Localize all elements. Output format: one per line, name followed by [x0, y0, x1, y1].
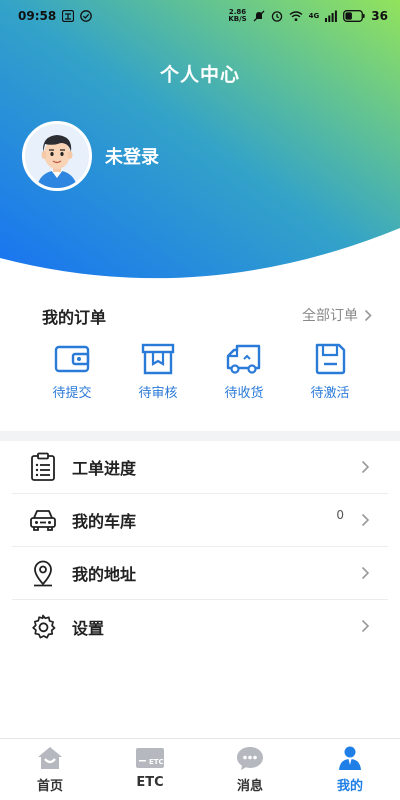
wifi-icon — [289, 11, 303, 21]
orders-title: 我的订单 — [42, 308, 107, 327]
truck-icon — [226, 344, 261, 374]
wallet-icon — [54, 345, 90, 373]
avatar[interactable] — [22, 121, 92, 191]
etc-card-icon: ETC — [136, 748, 164, 768]
status-time: 09:58 — [18, 9, 57, 23]
status-bar: 09:58 2.86 KB/S 4G 36 — [0, 0, 400, 32]
alarm-icon — [271, 11, 282, 22]
menu-item-label: 设置 — [72, 618, 105, 638]
garage-count: 0 — [336, 508, 344, 522]
order-pending-activation[interactable]: 待激活 — [287, 342, 373, 401]
page-title: 个人中心 — [159, 64, 240, 86]
save-icon — [315, 343, 346, 375]
car-icon — [30, 510, 56, 531]
menu-item-my-garage[interactable]: 我的车库 0 — [12, 494, 388, 547]
home-icon — [38, 747, 62, 769]
all-orders-link[interactable]: 全部订单 — [302, 305, 372, 325]
nav-item-mine[interactable]: 我的 — [300, 739, 400, 800]
notification-app-icon — [62, 10, 75, 22]
network-speed: 2.86 KB/S — [228, 8, 247, 23]
menu-item-work-order-progress[interactable]: 工单进度 — [12, 441, 388, 494]
chevron-right-icon — [361, 513, 370, 527]
check-circle-icon — [80, 10, 93, 22]
nav-label: 我的 — [336, 779, 363, 794]
user-icon — [339, 746, 361, 770]
box-flag-icon — [141, 343, 175, 375]
chevron-right-icon — [364, 309, 372, 321]
my-orders-section: 我的订单 全部订单 待提交 待审核 待收货 待激活 — [0, 296, 400, 430]
avatar-illustration — [25, 124, 89, 188]
battery-icon — [343, 10, 365, 22]
nav-label: 消息 — [236, 779, 263, 794]
menu-item-my-address[interactable]: 我的地址 — [12, 547, 388, 600]
all-orders-label: 全部订单 — [302, 308, 358, 324]
etc-card-text: ETC — [149, 758, 164, 766]
section-divider — [0, 431, 400, 441]
location-pin-icon — [34, 560, 52, 587]
chevron-right-icon — [361, 619, 370, 633]
order-label: 待激活 — [310, 386, 350, 401]
clipboard-list-icon — [31, 452, 55, 481]
menu-list: 工单进度 我的车库 0 我的地址 设置 — [12, 441, 388, 653]
chevron-right-icon — [361, 460, 370, 474]
menu-item-label: 工单进度 — [72, 459, 137, 478]
nav-label: 首页 — [36, 779, 63, 794]
order-label: 待收货 — [224, 386, 264, 401]
network-type: 4G — [308, 11, 320, 20]
order-label: 待提交 — [52, 386, 92, 401]
order-pending-submit[interactable]: 待提交 — [29, 342, 115, 401]
order-label: 待审核 — [138, 386, 178, 401]
nav-label: ETC — [136, 775, 164, 790]
profile-header: 个人中心 未登录 — [0, 0, 400, 290]
battery-level: 36 — [371, 9, 388, 23]
message-icon — [237, 747, 263, 770]
chevron-right-icon — [361, 566, 370, 580]
nav-item-messages[interactable]: 消息 — [200, 739, 300, 800]
order-pending-review[interactable]: 待审核 — [115, 342, 201, 401]
nav-item-etc[interactable]: ETC ETC — [100, 739, 200, 800]
login-status[interactable]: 未登录 — [105, 143, 159, 169]
menu-item-settings[interactable]: 设置 — [12, 600, 388, 653]
menu-item-label: 我的车库 — [72, 512, 137, 531]
gear-icon — [32, 614, 56, 639]
order-pending-delivery[interactable]: 待收货 — [201, 342, 287, 401]
nav-item-home[interactable]: 首页 — [0, 739, 100, 800]
bottom-navigation: 首页 ETC ETC 消息 我的 — [0, 738, 400, 800]
menu-item-label: 我的地址 — [72, 565, 137, 584]
signal-icon — [325, 10, 338, 22]
mute-icon — [253, 10, 265, 22]
